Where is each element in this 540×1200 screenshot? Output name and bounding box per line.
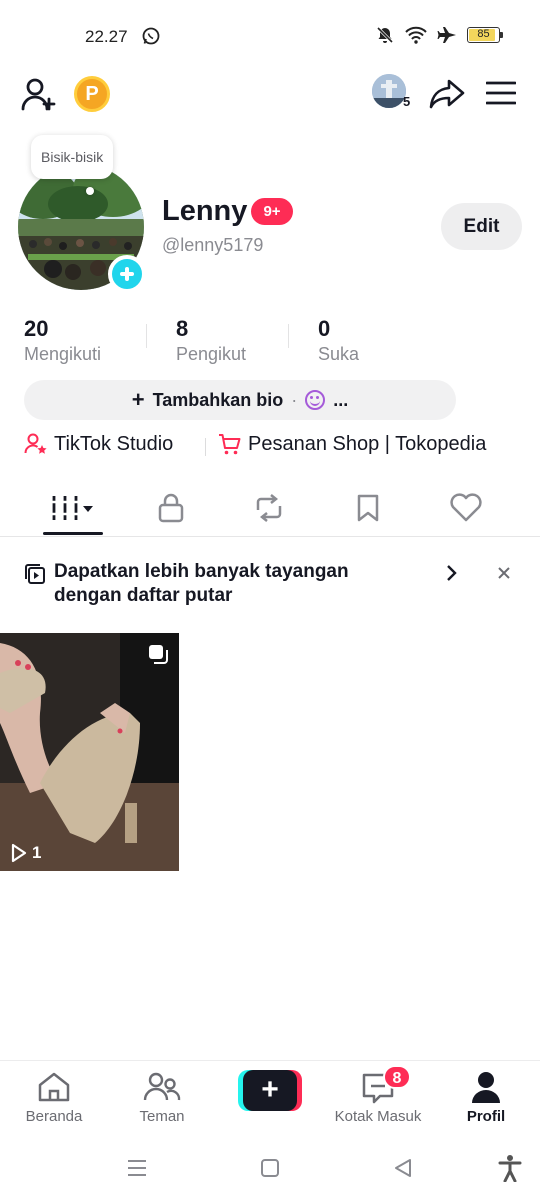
bio-separator: · bbox=[291, 389, 298, 410]
nav-inbox-label: Kotak Masuk bbox=[334, 1108, 422, 1125]
plus-icon: + bbox=[131, 387, 145, 412]
repost-icon bbox=[256, 494, 282, 522]
coin-icon[interactable]: P bbox=[74, 76, 110, 112]
wifi-icon bbox=[405, 26, 427, 44]
inbox-badge: 8 bbox=[383, 1065, 411, 1089]
stat-likes-count: 0 bbox=[318, 316, 331, 341]
menu-icon[interactable] bbox=[486, 80, 516, 106]
create-plus-icon: + bbox=[243, 1070, 297, 1111]
stats-row: 20 Mengikuti 8 Pengikut 0 Suka bbox=[0, 316, 540, 376]
tab-liked[interactable] bbox=[421, 480, 511, 536]
play-icon bbox=[11, 843, 27, 863]
create-button[interactable]: + bbox=[238, 1070, 302, 1111]
smile-icon bbox=[305, 390, 326, 410]
display-name: Lenny bbox=[162, 195, 248, 227]
shop-orders-label: Pesanan Shop | Tokopedia bbox=[248, 432, 487, 455]
playlist-banner[interactable]: Dapatkan lebih banyak tayangan dengan da… bbox=[0, 560, 540, 616]
content-tabs bbox=[0, 480, 540, 537]
nav-inbox[interactable]: Kotak Masuk bbox=[328, 1061, 428, 1137]
playlist-banner-text: Dapatkan lebih banyak tayangan dengan da… bbox=[54, 561, 349, 606]
chevron-right-icon[interactable] bbox=[445, 564, 459, 582]
friends-icon bbox=[143, 1072, 181, 1101]
top-bar: P 5 bbox=[0, 72, 540, 116]
notification-badge[interactable]: 9+ bbox=[251, 198, 293, 225]
tab-indicator bbox=[43, 532, 103, 535]
studio-icon bbox=[24, 433, 47, 454]
stat-following-count: 20 bbox=[24, 316, 49, 341]
mute-icon bbox=[376, 26, 394, 44]
profile-links: TikTok Studio Pesanan Shop | Tokopedia bbox=[0, 432, 540, 462]
stat-followers-count: 8 bbox=[176, 316, 189, 341]
cart-icon bbox=[219, 434, 241, 455]
system-nav bbox=[0, 1140, 540, 1200]
add-user-icon[interactable] bbox=[21, 76, 57, 112]
bubble-pointer bbox=[86, 187, 94, 195]
recent-apps-icon[interactable] bbox=[126, 1158, 148, 1178]
playlist-icon bbox=[25, 564, 45, 584]
tab-saved[interactable] bbox=[323, 480, 413, 536]
add-bio-button[interactable]: + Tambahkan bio · ... bbox=[24, 380, 456, 420]
bookmark-icon bbox=[357, 494, 379, 522]
status-bar: 22.27 85 bbox=[0, 0, 540, 72]
edit-profile-button[interactable]: Edit bbox=[441, 203, 522, 250]
story-count: 5 bbox=[403, 94, 411, 109]
stat-likes-label: Suka bbox=[318, 344, 360, 364]
add-bio-label: Tambahkan bio bbox=[152, 389, 284, 410]
accessibility-icon[interactable] bbox=[498, 1154, 522, 1182]
profile-icon bbox=[472, 1072, 500, 1103]
tab-private[interactable] bbox=[126, 480, 216, 536]
shop-orders-link[interactable]: Pesanan Shop | Tokopedia bbox=[218, 432, 486, 456]
status-time: 22.27 bbox=[85, 27, 128, 46]
heart-icon bbox=[450, 493, 482, 522]
multi-photo-icon bbox=[149, 645, 168, 664]
nav-home[interactable]: Beranda bbox=[4, 1061, 104, 1137]
tiktok-studio-label: TikTok Studio bbox=[54, 432, 174, 455]
stat-followers-label: Pengikut bbox=[176, 344, 247, 364]
status-icons: 85 bbox=[375, 25, 503, 45]
battery-icon: 85 bbox=[467, 27, 503, 43]
nav-profile[interactable]: Profil bbox=[436, 1061, 536, 1137]
share-icon[interactable] bbox=[429, 78, 465, 110]
nav-friends[interactable]: Teman bbox=[112, 1061, 212, 1137]
back-icon[interactable] bbox=[392, 1157, 414, 1179]
tab-reposts[interactable] bbox=[224, 480, 314, 536]
video-thumbnail[interactable]: 1 bbox=[0, 633, 179, 871]
stat-followers[interactable]: 8 Pengikut bbox=[176, 316, 246, 365]
nav-home-label: Beranda bbox=[25, 1108, 83, 1125]
profile-header: Bisik-bisik Lenny 9+ @lenny5179 Edit bbox=[0, 135, 540, 295]
stat-following-label: Mengikuti bbox=[24, 344, 102, 364]
stat-following[interactable]: 20 Mengikuti bbox=[24, 316, 101, 365]
nav-profile-label: Profil bbox=[466, 1108, 506, 1125]
lock-icon bbox=[158, 493, 184, 523]
bio-more: ... bbox=[333, 389, 349, 410]
add-avatar-button[interactable] bbox=[108, 255, 146, 293]
bottom-nav: Beranda Teman + Kotak Masuk 8 Profil bbox=[0, 1060, 540, 1136]
stat-likes[interactable]: 0 Suka bbox=[318, 316, 359, 365]
whisper-bubble[interactable]: Bisik-bisik bbox=[31, 135, 114, 179]
home-button-icon[interactable] bbox=[259, 1157, 281, 1179]
stat-divider bbox=[288, 324, 289, 348]
link-separator bbox=[205, 438, 206, 456]
story-avatar[interactable] bbox=[372, 74, 406, 108]
whatsapp-icon bbox=[142, 27, 160, 45]
battery-level: 85 bbox=[477, 28, 490, 40]
airplane-icon bbox=[437, 27, 456, 43]
stat-divider bbox=[146, 324, 147, 348]
grid-icon bbox=[51, 496, 93, 520]
view-count-value: 1 bbox=[32, 843, 42, 862]
close-icon[interactable] bbox=[497, 566, 511, 580]
video-image bbox=[0, 633, 179, 871]
tab-videos[interactable] bbox=[28, 480, 118, 536]
nav-friends-label: Teman bbox=[139, 1108, 185, 1125]
home-icon bbox=[38, 1072, 70, 1102]
tiktok-studio-link[interactable]: TikTok Studio bbox=[24, 432, 173, 456]
username: @lenny5179 bbox=[162, 235, 264, 255]
video-view-count: 1 bbox=[10, 843, 41, 863]
